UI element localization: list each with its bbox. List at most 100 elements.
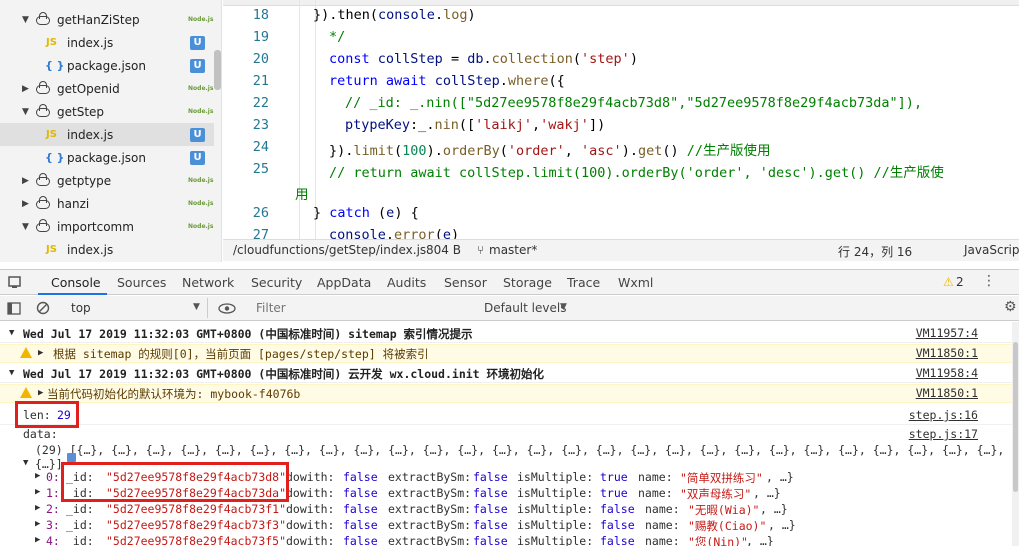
- expand-arrow-icon[interactable]: ▶: [22, 176, 29, 186]
- tree-folder-gethanzistep[interactable]: ▼ getHanZiStep Node.js: [0, 8, 214, 31]
- status-cursor-position[interactable]: 行 24，列 16: [838, 243, 912, 260]
- item-id-value: "5d27ee9578f8e29f4acb73f5": [106, 534, 287, 546]
- warning-count[interactable]: 2: [956, 275, 964, 289]
- expand-arrow-icon[interactable]: ▶: [22, 199, 29, 209]
- collapse-arrow-icon[interactable]: ▼: [22, 222, 29, 232]
- tab-security[interactable]: Security: [251, 275, 302, 290]
- source-link[interactable]: VM11850:1: [916, 386, 978, 400]
- tab-sources[interactable]: Sources: [117, 275, 166, 290]
- collapse-arrow-icon[interactable]: ▼: [23, 458, 28, 468]
- nodejs-icon: Node.js: [188, 16, 214, 23]
- code-line-25: // return await collStep.limit(100).orde…: [329, 165, 944, 181]
- untracked-badge: U: [190, 127, 205, 142]
- source-link[interactable]: VM11958:4: [916, 366, 978, 380]
- info-icon[interactable]: [67, 453, 76, 462]
- inspect-element-icon[interactable]: [8, 276, 22, 289]
- tab-storage[interactable]: Storage: [503, 275, 552, 290]
- code-editor[interactable]: 18 }).then(console.log) 19 */ 20 const c…: [223, 0, 1019, 239]
- tab-network[interactable]: Network: [182, 275, 234, 290]
- item-multiple-value: false: [600, 534, 635, 546]
- collapse-arrow-icon[interactable]: ▼: [22, 107, 29, 117]
- tree-label: index.js: [67, 242, 114, 257]
- expand-arrow-icon[interactable]: ▶: [35, 535, 40, 545]
- source-link[interactable]: step.js:17: [909, 427, 978, 441]
- tree-file-index-js[interactable]: JS index.js U: [0, 31, 214, 54]
- devtools-tab-bar: Console Sources Network Security AppData…: [0, 269, 1019, 295]
- tree-scrollbar[interactable]: [214, 50, 221, 90]
- console-group-header[interactable]: ▼ Wed Jul 17 2019 11:32:03 GMT+0800 (中国标…: [0, 365, 1012, 383]
- expand-arrow-icon[interactable]: ▶: [35, 471, 40, 481]
- cloud-folder-icon: [36, 12, 50, 25]
- tab-console[interactable]: Console: [51, 275, 101, 290]
- item-extract-label: extractBySm:: [388, 534, 472, 546]
- expand-arrow-icon[interactable]: ▶: [38, 388, 43, 398]
- console-message: Wed Jul 17 2019 11:32:03 GMT+0800 (中国标准时…: [23, 367, 545, 381]
- collapse-arrow-icon[interactable]: ▼: [9, 328, 14, 338]
- collapse-arrow-icon[interactable]: ▼: [22, 15, 29, 25]
- tab-trace[interactable]: Trace: [567, 275, 600, 290]
- item-multiple-label: isMultiple:: [517, 534, 594, 546]
- tree-folder-getstep[interactable]: ▼ getStep Node.js: [0, 100, 214, 123]
- status-branch[interactable]: master*: [489, 243, 537, 257]
- tree-file-index-js[interactable]: JS index.js: [0, 238, 214, 261]
- js-file-icon: JS: [46, 244, 57, 255]
- source-link[interactable]: step.js:16: [909, 408, 978, 422]
- console-scrollbar-thumb[interactable]: [1013, 342, 1018, 492]
- tree-folder-getptype[interactable]: ▶ getptype Node.js: [0, 169, 214, 192]
- nodejs-icon: Node.js: [188, 85, 214, 92]
- tab-sensor[interactable]: Sensor: [444, 275, 487, 290]
- expand-arrow-icon[interactable]: ▶: [35, 519, 40, 529]
- expand-arrow-icon[interactable]: ▶: [38, 348, 43, 358]
- console-warning-row[interactable]: ▶ 当前代码初始化的默认环境为: mybook-f4076b VM11850:1: [0, 384, 1012, 403]
- tab-wxml[interactable]: Wxml: [618, 275, 653, 290]
- line-number: 18: [252, 7, 269, 23]
- tree-folder-getopenid[interactable]: ▶ getOpenid Node.js: [0, 77, 214, 100]
- item-ellipsis: , …}: [766, 470, 794, 484]
- array-summary-row[interactable]: (29) [{…}, {…}, {…}, {…}, {…}, {…}, {…},…: [0, 442, 1019, 457]
- more-options-icon[interactable]: ⋮: [982, 273, 996, 289]
- tab-appdata[interactable]: AppData: [317, 275, 371, 290]
- log-levels-dropdown[interactable]: Default levels ▼: [476, 298, 580, 318]
- context-selector[interactable]: top ▼: [62, 298, 208, 318]
- item-multiple-label: isMultiple:: [517, 486, 594, 500]
- array-item-row[interactable]: ▶ 3: _id: "5d27ee9578f8e29f4acb73f3" dow…: [0, 517, 1012, 533]
- tree-file-package-json[interactable]: { } package.json U: [0, 146, 214, 169]
- json-file-icon: { }: [45, 59, 65, 72]
- item-index: 3:: [46, 518, 60, 532]
- source-link[interactable]: VM11957:4: [916, 326, 978, 340]
- array-summary: (29) [{…}, {…}, {…}, {…}, {…}, {…}, {…},…: [35, 443, 1019, 457]
- settings-gear-icon[interactable]: ⚙: [1004, 299, 1017, 315]
- tree-folder-importcomm[interactable]: ▼ importcomm Node.js: [0, 215, 214, 238]
- array-item-row[interactable]: ▶ 4: _id: "5d27ee9578f8e29f4acb73f5" dow…: [0, 533, 1012, 546]
- source-link[interactable]: VM11850:1: [916, 346, 978, 360]
- array-item-row[interactable]: ▶ 2: _id: "5d27ee9578f8e29f4acb73f1" dow…: [0, 501, 1012, 517]
- warning-icon[interactable]: ⚠: [943, 275, 954, 289]
- console-output[interactable]: ▼ Wed Jul 17 2019 11:32:03 GMT+0800 (中国标…: [0, 322, 1019, 546]
- tree-label: getStep: [57, 104, 105, 119]
- console-warning-row[interactable]: ▶ 根据 sitemap 的规则[0]，当前页面 [pages/step/ste…: [0, 344, 1012, 363]
- tree-folder-hanzi[interactable]: ▶ hanzi Node.js: [0, 192, 214, 215]
- console-group-header[interactable]: ▼ Wed Jul 17 2019 11:32:03 GMT+0800 (中国标…: [0, 325, 1012, 343]
- tree-label: package.json: [67, 150, 147, 165]
- collapse-arrow-icon[interactable]: ▼: [9, 368, 14, 378]
- clear-console-icon[interactable]: [36, 301, 50, 315]
- eye-icon[interactable]: [218, 303, 236, 314]
- item-dowith-value: false: [343, 518, 378, 532]
- tree-file-package-json[interactable]: { } package.json U: [0, 54, 214, 77]
- expand-arrow-icon[interactable]: ▶: [35, 503, 40, 513]
- editor-tab-strip[interactable]: [223, 0, 1019, 6]
- item-multiple-value: true: [600, 486, 628, 500]
- line-number: 27: [252, 227, 269, 239]
- expand-arrow-icon[interactable]: ▶: [35, 487, 40, 497]
- sidebar-toggle-icon[interactable]: [7, 302, 21, 315]
- tab-audits[interactable]: Audits: [387, 275, 426, 290]
- cloud-folder-icon: [36, 81, 50, 94]
- status-language[interactable]: JavaScript: [964, 243, 1019, 257]
- warning-icon: [20, 347, 32, 358]
- expand-arrow-icon[interactable]: ▶: [22, 84, 29, 94]
- tree-file-index-js-selected[interactable]: JS index.js U: [0, 123, 214, 146]
- file-explorer: ▼ getHanZiStep Node.js JS index.js U { }…: [0, 0, 222, 262]
- tree-label: importcomm: [57, 219, 134, 234]
- filter-input[interactable]: [248, 299, 473, 317]
- tree-label: index.js: [67, 127, 114, 142]
